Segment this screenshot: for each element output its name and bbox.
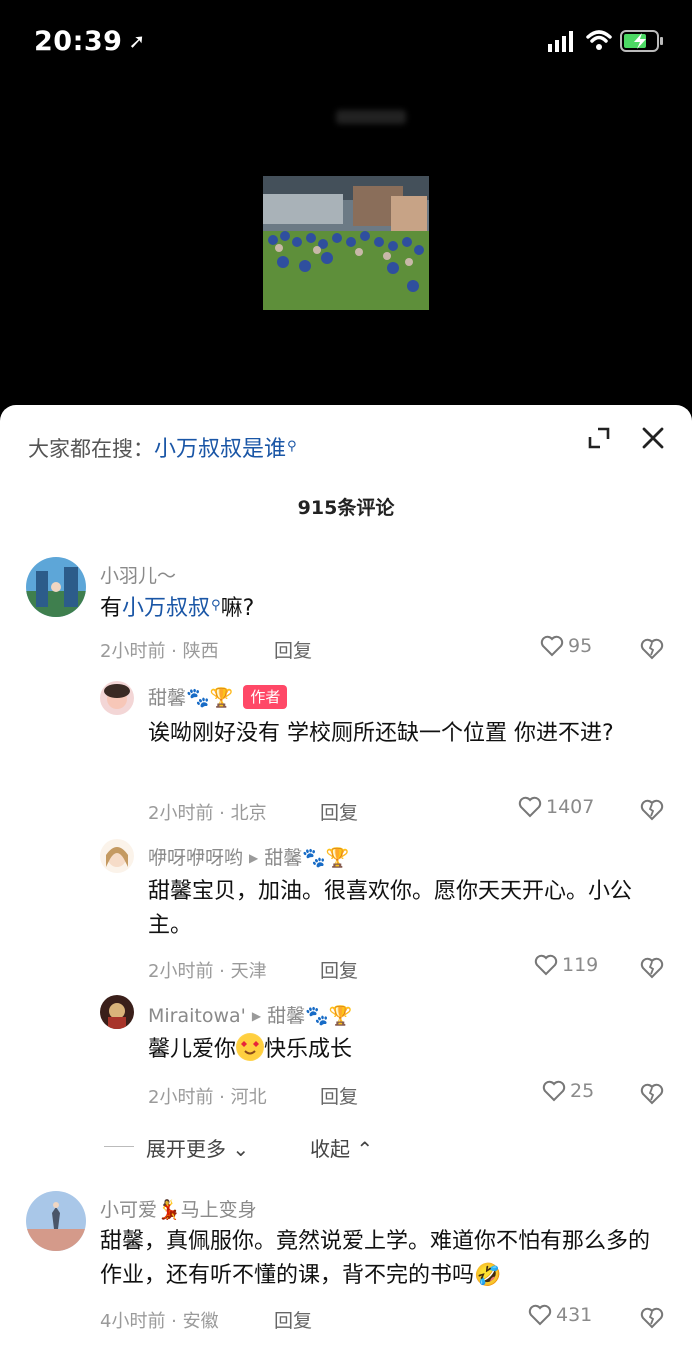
like-count: 25 xyxy=(570,1080,595,1102)
reply-arrow-icon: ▶ xyxy=(251,1009,262,1023)
comment-link-text[interactable]: 小万叔叔 xyxy=(122,596,210,621)
comment-count: 915条评论 xyxy=(297,497,395,519)
heart-icon xyxy=(534,954,558,976)
comment-reply-item: 咿呀咿呀哟 ▶ 甜馨🐾🏆 甜馨宝贝，加油。很喜欢你。愿你天天开心。小公主。 2小时前… xyxy=(0,837,692,987)
fullscreen-icon[interactable] xyxy=(586,425,612,451)
avatar[interactable] xyxy=(26,1191,86,1251)
like-button[interactable]: 431 xyxy=(528,1304,592,1326)
location-arrow-icon: ➚ xyxy=(128,29,146,53)
like-count: 95 xyxy=(568,635,593,657)
avatar[interactable] xyxy=(100,681,134,715)
comment-author[interactable]: 小可爱💃马上变身 xyxy=(100,1195,257,1222)
comment-author-line: Miraitowa' ▶ 甜馨🐾🏆 xyxy=(148,1001,352,1028)
like-button[interactable]: 95 xyxy=(540,635,592,657)
reply-button[interactable]: 回复 xyxy=(274,636,312,663)
comment-text-prefix: 馨儿爱你 xyxy=(148,1037,237,1062)
like-button[interactable]: 119 xyxy=(534,954,598,976)
comment-text: 馨儿爱你 快乐成长 xyxy=(148,1033,352,1067)
comment-text-suffix: 快乐成长 xyxy=(264,1037,353,1062)
search-icon: ⚲ xyxy=(287,439,297,454)
broken-heart-icon[interactable] xyxy=(640,1082,664,1106)
reply-button[interactable]: 回复 xyxy=(320,798,358,825)
comment-text: 诶呦刚好没有 学校厕所还缺一个位置 你进不进? xyxy=(148,721,614,746)
avatar[interactable] xyxy=(100,839,134,873)
heart-eyes-emoji-icon xyxy=(236,1033,265,1061)
trending-search-prefix: 大家都在搜： xyxy=(28,437,154,461)
avatar[interactable] xyxy=(26,557,86,617)
like-count: 119 xyxy=(562,954,599,976)
video-thumbnail[interactable] xyxy=(263,176,429,310)
comment-item: 小羽儿～ 有小万叔叔⚲嘛? 2小时前 · 陕西 回复 95 xyxy=(0,555,692,675)
heart-icon xyxy=(542,1080,566,1102)
comment-meta: 2小时前 · 河北 xyxy=(148,1087,267,1108)
status-bar: 20:39 ➚ xyxy=(0,0,692,80)
reply-target[interactable]: 甜馨🐾🏆 xyxy=(267,1005,352,1027)
chevron-up-icon: ⌃ xyxy=(356,1137,374,1161)
like-button[interactable]: 1407 xyxy=(518,796,594,818)
blurred-video-caption xyxy=(336,110,406,124)
time-text: 20:39 xyxy=(34,26,123,57)
broken-heart-icon[interactable] xyxy=(640,956,664,980)
comment-reply-item: Miraitowa' ▶ 甜馨🐾🏆 馨儿爱你 快乐成长 2小时前 · 河北 回复 25 xyxy=(0,995,692,1115)
comment-text: 有小万叔叔⚲嘛? xyxy=(100,589,254,626)
comment-item: 小可爱💃马上变身 甜馨，真佩服你。竟然说爱上学。难道你不怕有那么多的作业，还有听… xyxy=(0,1189,692,1349)
author-badge: 作者 xyxy=(243,685,288,709)
broken-heart-icon[interactable] xyxy=(640,798,664,822)
expand-more-label: 展开更多 xyxy=(146,1137,226,1161)
like-count: 431 xyxy=(556,1304,593,1326)
comment-author[interactable]: 小羽儿～ xyxy=(100,561,176,588)
comment-meta: 2小时前 · 北京 xyxy=(148,803,267,824)
comment-author[interactable]: Miraitowa' xyxy=(148,1005,246,1027)
comment-meta: 4小时前 · 安徽 xyxy=(100,1311,219,1332)
reply-button[interactable]: 回复 xyxy=(320,956,358,983)
chevron-down-icon: ⌄ xyxy=(232,1137,250,1161)
comment-author-line: 甜馨🐾🏆 作者 xyxy=(148,683,288,710)
cellular-signal-icon xyxy=(548,31,573,52)
broken-heart-icon[interactable] xyxy=(640,637,664,661)
video-player[interactable] xyxy=(0,80,692,405)
comment-author-line: 咿呀咿呀哟 ▶ 甜馨🐾🏆 xyxy=(148,843,350,870)
comment-reply-item: 甜馨🐾🏆 作者 诶呦刚好没有 学校厕所还缺一个位置 你进不进? 2小时前 · 北京… xyxy=(0,679,692,839)
heart-icon xyxy=(528,1304,552,1326)
avatar[interactable] xyxy=(100,995,134,1029)
wifi-icon xyxy=(586,30,612,50)
heart-eyes-face-icon xyxy=(237,1034,264,1060)
comments-sheet: 大家都在搜：小万叔叔是谁⚲ 915条评论 小羽儿～ 有小万叔叔⚲嘛? 2小时前 … xyxy=(0,405,692,1354)
comment-search-link[interactable]: 小万叔叔⚲ xyxy=(122,596,221,621)
comment-text-suffix: 嘛? xyxy=(220,596,255,621)
status-time: 20:39 ➚ xyxy=(34,26,146,57)
thread-divider xyxy=(104,1146,134,1147)
comment-text-prefix: 有 xyxy=(100,596,123,621)
battery-charging-icon xyxy=(620,30,663,52)
broken-heart-icon[interactable] xyxy=(640,1306,664,1330)
comment-meta: 2小时前 · 天津 xyxy=(148,961,267,982)
collapse-button[interactable]: 收起 ⌃ xyxy=(310,1133,373,1162)
trending-search-bar: 大家都在搜：小万叔叔是谁⚲ xyxy=(28,431,297,463)
collapse-label: 收起 xyxy=(310,1137,350,1161)
comment-author[interactable]: 咿呀咿呀哟 xyxy=(148,847,243,869)
like-button[interactable]: 25 xyxy=(542,1080,594,1102)
comment-meta: 2小时前 · 陕西 xyxy=(100,641,219,662)
expand-more-button[interactable]: 展开更多 ⌄ xyxy=(146,1133,249,1162)
comment-text: 甜馨，真佩服你。竟然说爱上学。难道你不怕有那么多的作业，还有听不懂的课，背不完的… xyxy=(100,1229,651,1288)
comment-text: 甜馨宝贝，加油。很喜欢你。愿你天天开心。小公主。 xyxy=(148,879,633,938)
comment-author[interactable]: 甜馨🐾🏆 xyxy=(148,687,233,709)
close-icon[interactable] xyxy=(640,425,666,451)
search-icon: ⚲ xyxy=(211,598,221,613)
reply-arrow-icon: ▶ xyxy=(249,851,259,865)
trending-search-link[interactable]: 小万叔叔是谁⚲ xyxy=(154,437,297,462)
heart-icon xyxy=(518,796,542,818)
reply-button[interactable]: 回复 xyxy=(320,1082,358,1109)
reply-button[interactable]: 回复 xyxy=(274,1306,312,1333)
trending-search-term[interactable]: 小万叔叔是谁 xyxy=(154,437,286,462)
like-count: 1407 xyxy=(546,796,595,818)
heart-icon xyxy=(540,635,564,657)
reply-target[interactable]: 甜馨🐾🏆 xyxy=(264,847,349,869)
